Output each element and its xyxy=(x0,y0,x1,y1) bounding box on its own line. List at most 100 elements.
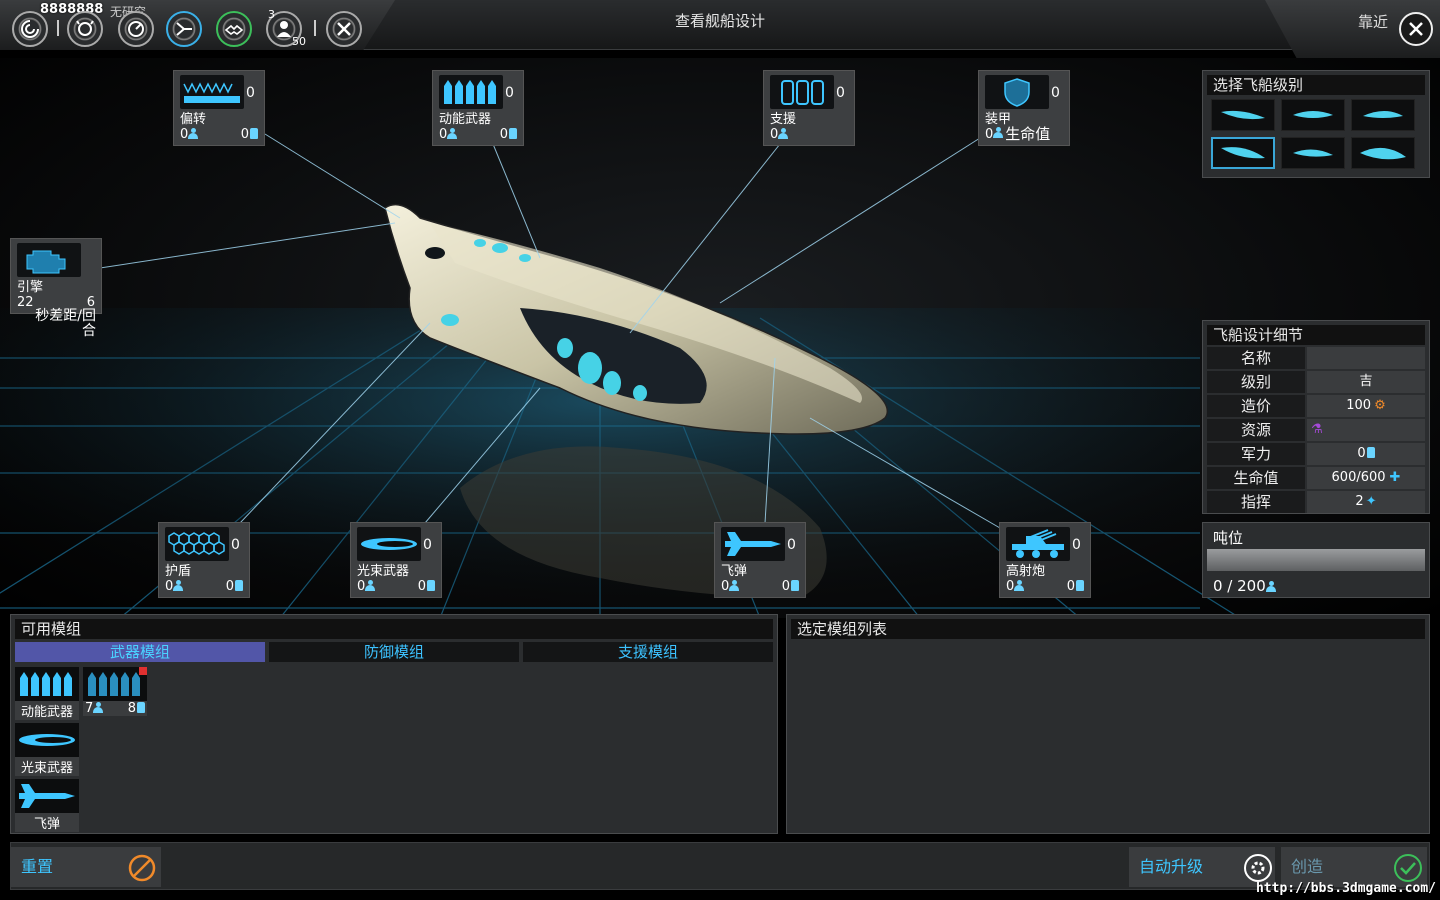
ship-class-option-selected[interactable] xyxy=(1211,137,1275,169)
detail-row-hp: 生命值 600/600 ✚ xyxy=(1207,467,1425,489)
power-icon xyxy=(427,580,435,591)
tab-weapon-modules[interactable]: 武器模组 xyxy=(15,642,265,662)
command-icon: ✦ xyxy=(1365,494,1377,509)
reset-label: 重置 xyxy=(21,857,54,876)
detail-key: 级别 xyxy=(1207,371,1305,393)
slot-stat: 生命值 xyxy=(1005,125,1051,143)
slot-armor[interactable]: 0 装甲 0 生命值 xyxy=(978,70,1070,146)
ship-class-option[interactable] xyxy=(1281,137,1345,169)
slot-name: 飞弹 xyxy=(721,564,748,579)
slot-kinetic[interactable]: 0 动能武器 0 0 xyxy=(432,70,524,146)
gear-icon xyxy=(1244,854,1272,882)
beam-weapon-icon xyxy=(357,527,421,561)
module-name: 飞弹 xyxy=(33,817,60,832)
close-icon xyxy=(1409,22,1423,36)
tab-defense-modules[interactable]: 防御模组 xyxy=(269,642,519,662)
ship-name-field[interactable] xyxy=(1307,347,1425,369)
slot-stat: 0 xyxy=(781,579,790,594)
detail-value: 600/600 xyxy=(1331,470,1386,485)
check-icon xyxy=(1394,854,1422,882)
detail-key: 生命值 xyxy=(1207,467,1305,489)
tonnage-panel: 吨位 0 / 200 xyxy=(1202,522,1430,598)
action-bar: 重置 自动升级 创造 xyxy=(10,842,1430,890)
create-label: 创造 xyxy=(1291,857,1324,876)
slot-stat: 0 xyxy=(721,579,730,594)
ship-class-option[interactable] xyxy=(1351,99,1415,131)
slot-artillery[interactable]: 0 高射炮 0 0 xyxy=(999,522,1091,598)
detail-key: 造价 xyxy=(1207,395,1305,417)
slot-stat: 0 xyxy=(357,579,366,594)
slot-stat: 0 xyxy=(417,579,426,594)
detail-row-class: 级别吉 xyxy=(1207,371,1425,393)
panel-title: 吨位 xyxy=(1213,529,1244,547)
slot-count: 0 xyxy=(1072,537,1081,553)
slot-count: 0 xyxy=(505,85,514,101)
slot-name: 动能武器 xyxy=(439,112,492,127)
module-kinetic-weapon-upgrade[interactable]: 78 xyxy=(83,667,147,716)
slot-stat: 0 xyxy=(225,579,234,594)
crew-icon xyxy=(729,580,740,591)
ship-class-option[interactable] xyxy=(1211,99,1275,131)
slot-stat: 0 xyxy=(439,127,448,142)
slot-stat: 0 xyxy=(1006,579,1015,594)
slot-stat: 0 xyxy=(1066,579,1075,594)
slot-count: 0 xyxy=(1051,85,1060,101)
gear-icon: ⚙ xyxy=(1374,398,1386,413)
crew-icon xyxy=(188,128,199,139)
crew-icon xyxy=(365,580,376,591)
panel-title: 可用模组 xyxy=(15,619,773,639)
page-title: 查看舰船设计 xyxy=(674,12,765,30)
detail-value: 100 xyxy=(1346,398,1372,413)
module-kinetic-weapon[interactable]: 动能武器 xyxy=(15,667,79,720)
tab-support-modules[interactable]: 支援模组 xyxy=(523,642,773,662)
detail-key: 名称 xyxy=(1207,347,1305,369)
detail-row-resource: 资源 ⚗ xyxy=(1207,419,1425,441)
auto-upgrade-button[interactable]: 自动升级 xyxy=(1129,847,1275,887)
slot-name: 引擎 xyxy=(17,280,44,295)
deflect-icon xyxy=(180,75,244,109)
crew-icon xyxy=(93,702,104,713)
slot-support[interactable]: 0 支援 0 xyxy=(763,70,855,146)
slot-name: 光束武器 xyxy=(357,564,410,579)
module-beam-weapon[interactable]: 光束武器 xyxy=(15,723,79,776)
slot-missile[interactable]: 0 飞弹 0 0 xyxy=(714,522,806,598)
ship-class-option[interactable] xyxy=(1281,99,1345,131)
slot-name: 支援 xyxy=(770,112,797,127)
engine-unit: 秒差距/回合 xyxy=(35,308,96,339)
panel-title: 选定模组列表 xyxy=(791,619,1425,639)
new-badge-icon xyxy=(139,667,147,675)
slot-count: 0 xyxy=(423,537,432,553)
module-missile[interactable]: 飞弹 xyxy=(15,779,79,832)
slot-name: 高射炮 xyxy=(1006,564,1046,579)
crew-icon xyxy=(1014,580,1025,591)
power-icon xyxy=(1366,447,1375,458)
slot-stat: 0 xyxy=(499,127,508,142)
slot-stat: 0 xyxy=(180,127,189,142)
detail-key: 军力 xyxy=(1207,443,1305,465)
auto-upgrade-label: 自动升级 xyxy=(1139,857,1204,876)
crew-icon xyxy=(173,580,184,591)
slot-beam[interactable]: 0 光束武器 0 0 xyxy=(350,522,442,598)
watermark: http://bbs.3dmgame.com/ xyxy=(1255,881,1436,896)
zoom-button[interactable]: 靠近 xyxy=(1358,11,1388,32)
detail-row-cost: 造价 100 ⚙ xyxy=(1207,395,1425,417)
slot-shield[interactable]: 0 护盾 0 0 xyxy=(158,522,250,598)
reset-button[interactable]: 重置 xyxy=(11,847,161,887)
module-stat: 7 xyxy=(85,701,94,716)
slot-name: 护盾 xyxy=(165,564,192,579)
slot-count: 0 xyxy=(231,537,240,553)
slot-engine[interactable]: 引擎 22 6 xyxy=(10,238,102,314)
close-button[interactable] xyxy=(1399,12,1433,46)
power-icon xyxy=(235,580,243,591)
ship-class-option[interactable] xyxy=(1351,137,1415,169)
kinetic-weapon-icon xyxy=(83,667,147,701)
power-icon xyxy=(509,128,517,139)
ship-class-panel: 选择飞船级别 xyxy=(1202,70,1430,178)
shield-icon xyxy=(165,527,229,561)
missile-icon xyxy=(721,527,785,561)
armor-icon xyxy=(985,75,1049,109)
slot-deflect[interactable]: 0 偏转 0 0 xyxy=(173,70,265,146)
ship-details-panel: 飞船设计细节 名称 级别吉 造价 100 ⚙ 资源 ⚗ 军力 0 生命值 600/600 ✚… xyxy=(1202,320,1430,514)
slot-stat: 0 xyxy=(240,127,249,142)
crew-icon xyxy=(447,128,458,139)
